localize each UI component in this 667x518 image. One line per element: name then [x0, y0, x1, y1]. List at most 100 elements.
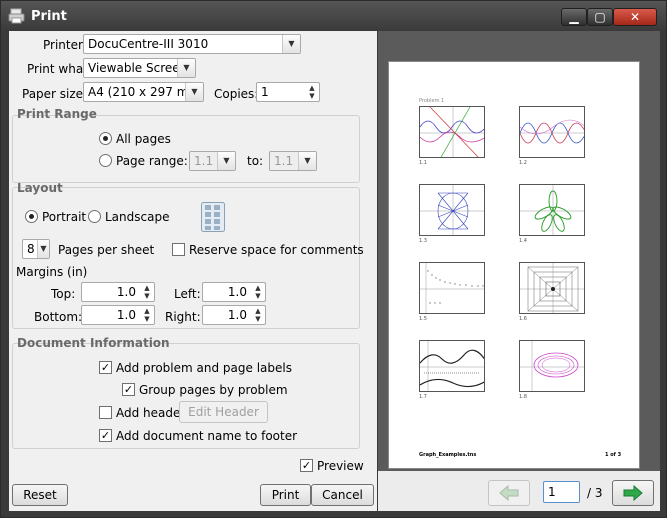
preview-thumbnail — [419, 184, 485, 236]
preview-thumbnail — [519, 106, 585, 158]
close-button[interactable]: ✕ — [613, 8, 657, 26]
range-from-value: 1.1 — [194, 154, 214, 168]
pages-layout-grid-icon — [201, 202, 225, 232]
paper-size-label: Paper size: — [22, 87, 88, 101]
preview-page: Problem 1 1.1 1.2 1.3 1.4 1.5 1.6 1.7 1.… — [388, 61, 640, 469]
print-what-value: Viewable Screen — [88, 61, 188, 75]
settings-panel: Printer: DocuCentre-III 3010 ▼ Print wha… — [9, 31, 377, 511]
pages-per-sheet-value: 8 — [27, 242, 35, 256]
margin-top-label: Top: — [51, 287, 76, 301]
minimize-button[interactable]: ▁ — [561, 8, 587, 26]
copies-label: Copies: — [214, 87, 259, 101]
next-page-button[interactable] — [612, 480, 654, 506]
preview-thumbnail — [519, 262, 585, 314]
portrait-radio[interactable] — [25, 210, 38, 223]
stepper-arrows-icon[interactable]: ▲ ▼ — [141, 284, 153, 300]
preview-thumbnail — [419, 340, 485, 392]
margin-bottom-value: 1.0 — [116, 308, 136, 322]
margin-right-stepper[interactable]: 1.0 ▲ ▼ — [202, 305, 266, 325]
range-to-select[interactable]: 1.1 ▼ — [269, 151, 317, 171]
cancel-button[interactable]: Cancel — [311, 484, 374, 506]
chevron-down-icon: ▼ — [217, 152, 235, 170]
margin-right-value: 1.0 — [227, 308, 247, 322]
thumbnail-caption: 1.2 — [519, 160, 527, 166]
previous-page-button[interactable] — [488, 480, 530, 506]
document-info-title: Document Information — [17, 336, 170, 350]
stepper-arrows-icon[interactable]: ▲ ▼ — [252, 307, 264, 323]
page-count: 1 of 3 — [605, 452, 622, 458]
chevron-down-icon: ▼ — [282, 35, 300, 53]
reset-button[interactable]: Reset — [12, 484, 68, 506]
chevron-down-icon: ▼ — [177, 59, 195, 77]
stepper-arrows-icon[interactable]: ▲ ▼ — [252, 284, 264, 300]
thumbnail-caption: 1.8 — [519, 394, 527, 400]
stepper-arrows-icon[interactable]: ▲ ▼ — [141, 307, 153, 323]
thumbnail-caption: 1.1 — [419, 160, 427, 166]
landscape-radio[interactable] — [88, 210, 101, 223]
arrow-right-icon — [623, 484, 643, 502]
group-pages-label: Group pages by problem — [139, 383, 288, 397]
add-labels-label: Add problem and page labels — [116, 361, 292, 375]
page-number-value: 1 — [548, 485, 556, 499]
preview-thumbnail — [419, 262, 485, 314]
copies-value: 1 — [261, 85, 269, 99]
margin-bottom-label: Bottom: — [34, 310, 83, 324]
page-total-label: / 3 — [587, 486, 603, 500]
preview-thumbnail — [519, 340, 585, 392]
print-what-select[interactable]: Viewable Screen ▼ — [83, 58, 196, 78]
pages-per-sheet-select[interactable]: 8 ▼ — [22, 239, 50, 259]
margin-bottom-stepper[interactable]: 1.0 ▲ ▼ — [81, 305, 155, 325]
range-to-value: 1.1 — [274, 154, 294, 168]
printer-select[interactable]: DocuCentre-III 3010 ▼ — [83, 34, 301, 54]
range-from-select[interactable]: 1.1 ▼ — [189, 151, 236, 171]
title-bar: Print ▁ ▢ ✕ — [1, 1, 666, 31]
print-range-group — [12, 115, 360, 183]
margin-top-value: 1.0 — [116, 285, 136, 299]
margin-top-stepper[interactable]: 1.0 ▲ ▼ — [81, 282, 155, 302]
stepper-arrows-icon[interactable]: ▲ ▼ — [306, 84, 318, 100]
preview-checkbox[interactable]: ✓ — [300, 459, 313, 472]
chevron-down-icon: ▼ — [298, 152, 316, 170]
reserve-comments-checkbox[interactable] — [172, 243, 185, 256]
print-range-title: Print Range — [17, 107, 97, 121]
document-filename: Graph_Examples.tns — [419, 452, 477, 458]
printer-app-icon — [8, 8, 25, 24]
add-header-checkbox[interactable] — [99, 406, 112, 419]
preview-panel: Problem 1 1.1 1.2 1.3 1.4 1.5 1.6 1.7 1.… — [378, 31, 660, 511]
preview-label: Preview — [317, 459, 364, 473]
thumbnail-caption: 1.5 — [419, 316, 427, 322]
paper-size-select[interactable]: A4 (210 x 297 mm) ▼ — [83, 82, 204, 102]
print-button[interactable]: Print — [260, 484, 311, 506]
problem-label: Problem 1 — [419, 98, 445, 104]
page-number-input[interactable]: 1 — [543, 481, 580, 503]
margin-left-stepper[interactable]: 1.0 ▲ ▼ — [202, 282, 266, 302]
all-pages-radio[interactable] — [99, 132, 112, 145]
add-doc-name-checkbox[interactable]: ✓ — [99, 429, 112, 442]
portrait-label: Portrait — [42, 210, 87, 224]
edit-header-button[interactable]: Edit Header — [179, 401, 268, 423]
maximize-button[interactable]: ▢ — [587, 8, 613, 26]
arrow-left-icon — [499, 484, 519, 502]
add-header-label: Add header — [116, 406, 186, 420]
reserve-comments-label: Reserve space for comments — [189, 243, 364, 257]
thumbnail-caption: 1.6 — [519, 316, 527, 322]
page-range-label: Page range: — [116, 154, 188, 168]
preview-area: Problem 1 1.1 1.2 1.3 1.4 1.5 1.6 1.7 1.… — [378, 31, 660, 471]
range-to-label: to: — [247, 154, 264, 168]
pages-per-sheet-label: Pages per sheet — [58, 243, 155, 257]
thumbnail-caption: 1.3 — [419, 238, 427, 244]
thumbnail-caption: 1.4 — [519, 238, 527, 244]
copies-stepper[interactable]: 1 ▲ ▼ — [256, 82, 320, 102]
thumbnail-caption: 1.7 — [419, 394, 427, 400]
print-dialog: Print ▁ ▢ ✕ Printer: DocuCentre-III 3010… — [0, 0, 667, 518]
add-labels-checkbox[interactable]: ✓ — [99, 361, 112, 374]
window-title: Print — [31, 9, 67, 24]
all-pages-label: All pages — [116, 132, 171, 146]
group-pages-checkbox[interactable]: ✓ — [122, 383, 135, 396]
printer-label: Printer: — [43, 38, 87, 52]
margin-right-label: Right: — [165, 310, 201, 324]
margin-left-value: 1.0 — [227, 285, 247, 299]
add-doc-name-label: Add document name to footer — [116, 429, 298, 443]
preview-thumbnail — [419, 106, 485, 158]
page-range-radio[interactable] — [99, 154, 112, 167]
